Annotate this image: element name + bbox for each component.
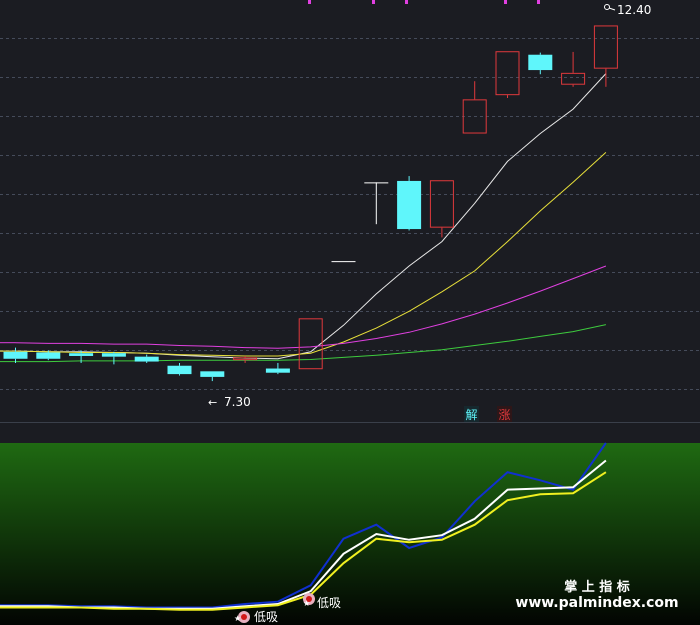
candle-body xyxy=(36,352,61,359)
signal-marker-1: ★ 低吸 xyxy=(234,610,278,624)
panel-divider xyxy=(0,422,700,443)
tag-zhang-label: 涨 xyxy=(499,407,511,422)
high-price-label: 12.40 xyxy=(617,3,651,17)
candle xyxy=(397,176,422,231)
signal-label-2: 低吸 xyxy=(317,596,341,610)
indicator-panel: ★ 低吸 ★ 低吸 掌 上 指 标 www.palmindex.com xyxy=(0,442,700,625)
low-price-label: 7.30 xyxy=(224,395,251,409)
signal-label-1: 低吸 xyxy=(254,610,278,624)
candle-body xyxy=(200,371,225,377)
low-arrow-icon: ← xyxy=(208,396,217,409)
star-icon: ★ xyxy=(234,614,241,623)
top-marker xyxy=(405,0,408,4)
low-price-annotation: ← 7.30 xyxy=(208,395,251,409)
candle-body xyxy=(167,365,192,375)
candle-body xyxy=(69,353,94,356)
top-marker xyxy=(372,0,375,4)
signal-marker-2: ★ 低吸 xyxy=(303,593,341,610)
tag-jie: 解 xyxy=(464,406,479,422)
candle-body xyxy=(265,368,290,373)
price-panel-background xyxy=(0,0,700,422)
watermark-title: 掌 上 指 标 xyxy=(564,579,630,595)
stock-chart: 12.40 ← 7.30 解 涨 ★ 低吸 ★ 低吸 掌 上 指 标 www.p… xyxy=(0,0,700,625)
candle-body xyxy=(528,54,553,71)
top-marker xyxy=(504,0,507,4)
top-marker xyxy=(308,0,311,4)
signal-icon-core xyxy=(241,614,247,620)
tag-jie-label: 解 xyxy=(466,408,478,422)
candle-body xyxy=(397,180,422,230)
tag-zhang: 涨 xyxy=(497,406,512,422)
candle-body xyxy=(134,356,159,362)
candle-body xyxy=(101,353,126,357)
star-icon: ★ xyxy=(303,599,310,608)
watermark-url: www.palmindex.com xyxy=(515,595,678,611)
price-panel: 12.40 ← 7.30 解 涨 xyxy=(0,0,700,422)
candle-body xyxy=(3,351,28,359)
top-marker xyxy=(537,0,540,4)
